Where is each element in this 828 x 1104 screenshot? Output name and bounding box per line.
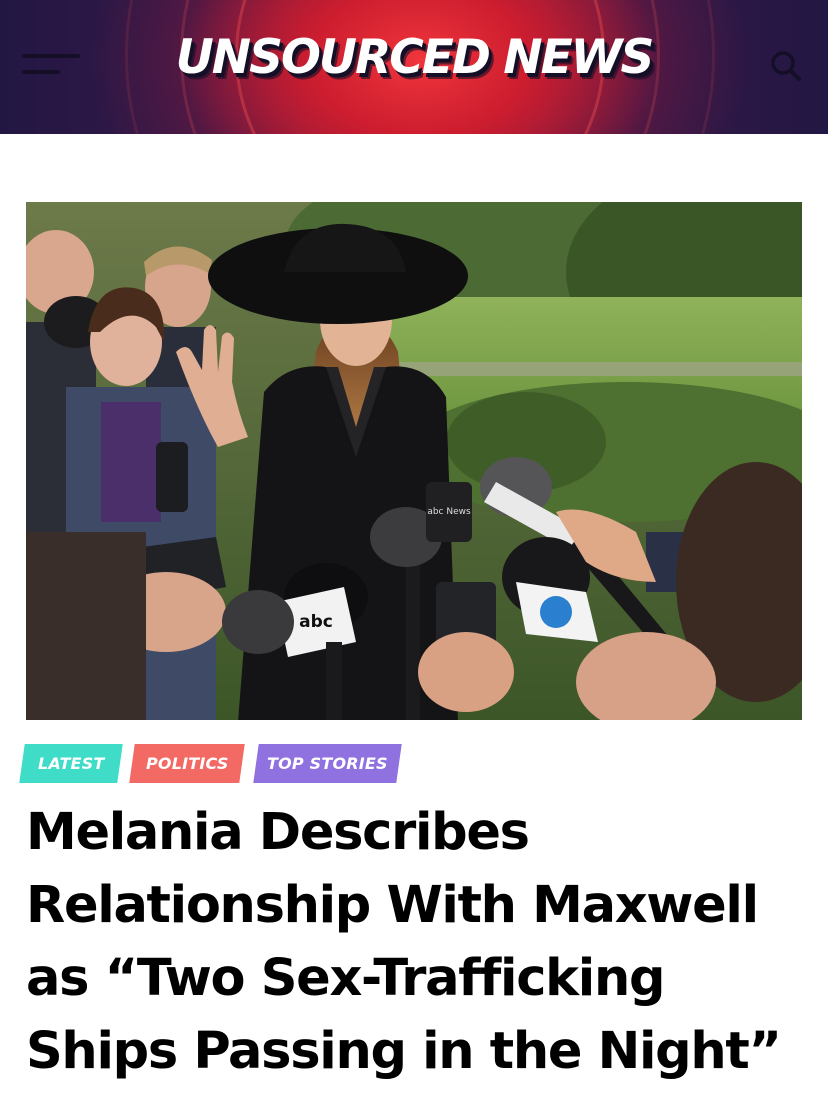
- hero-photo-illustration: abc News abc: [26, 202, 802, 720]
- mic-label-abc: abc: [299, 612, 333, 632]
- tag-top-stories[interactable]: TOP STORIES: [253, 744, 402, 783]
- mic-label-abc-news: abc News: [427, 507, 471, 517]
- article-headline: Melania Describes Relationship With Maxw…: [26, 796, 816, 1088]
- tag-label: TOP STORIES: [267, 754, 388, 773]
- site-logo-title[interactable]: UNSOURCED NEWS: [0, 30, 828, 85]
- tag-politics[interactable]: POLITICS: [129, 744, 245, 783]
- headline-line: Melania Describes: [26, 803, 530, 862]
- tag-latest[interactable]: LATEST: [19, 744, 123, 783]
- search-icon[interactable]: [768, 48, 804, 84]
- headline-line: Ships Passing in the Night”: [26, 1022, 782, 1081]
- headline-line: Relationship With Maxwell: [26, 876, 759, 935]
- headline-line: as “Two Sex-Trafficking: [26, 949, 665, 1008]
- hero-photo[interactable]: abc News abc: [26, 202, 802, 720]
- tag-label: LATEST: [37, 754, 105, 773]
- site-header: UNSOURCED NEWS: [0, 0, 828, 134]
- tag-label: POLITICS: [145, 754, 229, 773]
